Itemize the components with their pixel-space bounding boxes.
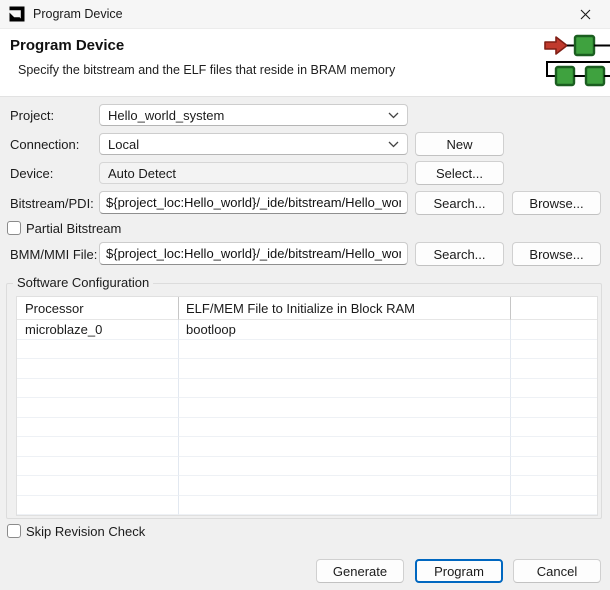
table-empty-row[interactable] xyxy=(17,339,597,359)
bmm-search-button[interactable]: Search... xyxy=(415,242,504,266)
software-table-body: microblaze_0 bootloop xyxy=(17,320,597,515)
table-empty-row[interactable] xyxy=(17,378,597,398)
column-header-elf-file: ELF/MEM File to Initialize in Block RAM xyxy=(179,297,511,320)
software-configuration-title: Software Configuration xyxy=(13,275,154,290)
connection-dropdown-value: Local xyxy=(108,136,140,152)
table-empty-row[interactable] xyxy=(17,495,597,515)
software-table: Processor ELF/MEM File to Initialize in … xyxy=(16,296,598,516)
new-connection-button[interactable]: New xyxy=(415,132,504,156)
page-subtitle: Specify the bitstream and the ELF files … xyxy=(18,63,396,77)
bitstream-input[interactable] xyxy=(99,191,408,214)
chevron-down-icon xyxy=(388,112,399,119)
skip-revision-checkbox[interactable] xyxy=(7,524,21,538)
table-empty-row[interactable] xyxy=(17,476,597,496)
cancel-button[interactable]: Cancel xyxy=(513,559,601,583)
processor-cell: microblaze_0 xyxy=(17,320,179,340)
column-header-extra xyxy=(511,297,597,320)
table-empty-row[interactable] xyxy=(17,456,597,476)
column-header-processor: Processor xyxy=(17,297,179,320)
generate-button[interactable]: Generate xyxy=(316,559,404,583)
close-button[interactable] xyxy=(568,0,602,28)
bmm-input[interactable] xyxy=(99,242,408,265)
dialog-header: Program Device Specify the bitstream and… xyxy=(0,28,610,97)
titlebar: Program Device xyxy=(0,0,610,28)
program-button[interactable]: Program xyxy=(415,559,503,583)
amd-logo-icon xyxy=(9,6,25,22)
project-dropdown[interactable]: Hello_world_system xyxy=(99,104,408,126)
program-device-dialog: Program Device Program Device Specify th… xyxy=(0,0,610,590)
page-title: Program Device xyxy=(10,37,125,54)
device-label: Device: xyxy=(10,166,54,181)
window-title: Program Device xyxy=(33,7,123,21)
bitstream-browse-button[interactable]: Browse... xyxy=(512,191,601,215)
chevron-down-icon xyxy=(388,141,399,148)
bitstream-label: Bitstream/PDI: xyxy=(10,196,94,211)
device-field: Auto Detect xyxy=(99,162,408,184)
bmm-label: BMM/MMI File: xyxy=(10,247,98,262)
table-empty-row[interactable] xyxy=(17,398,597,418)
table-empty-row[interactable] xyxy=(17,417,597,437)
project-label: Project: xyxy=(10,108,55,123)
skip-revision-label: Skip Revision Check xyxy=(26,524,146,539)
elf-file-cell[interactable]: bootloop xyxy=(179,320,511,340)
partial-bitstream-checkbox[interactable] xyxy=(7,221,21,235)
project-dropdown-value: Hello_world_system xyxy=(108,107,225,123)
table-row[interactable]: microblaze_0 bootloop xyxy=(17,320,597,340)
bmm-browse-button[interactable]: Browse... xyxy=(512,242,601,266)
table-empty-row[interactable] xyxy=(17,437,597,457)
partial-bitstream-label: Partial Bitstream xyxy=(26,221,122,236)
extra-cell xyxy=(511,320,597,340)
table-empty-row[interactable] xyxy=(17,359,597,379)
connection-label: Connection: xyxy=(10,137,80,152)
select-device-button[interactable]: Select... xyxy=(415,161,504,185)
program-chain-icon xyxy=(544,34,610,87)
connection-dropdown[interactable]: Local xyxy=(99,133,408,155)
software-table-header: Processor ELF/MEM File to Initialize in … xyxy=(17,297,597,320)
bitstream-search-button[interactable]: Search... xyxy=(415,191,504,215)
close-icon xyxy=(580,9,590,19)
